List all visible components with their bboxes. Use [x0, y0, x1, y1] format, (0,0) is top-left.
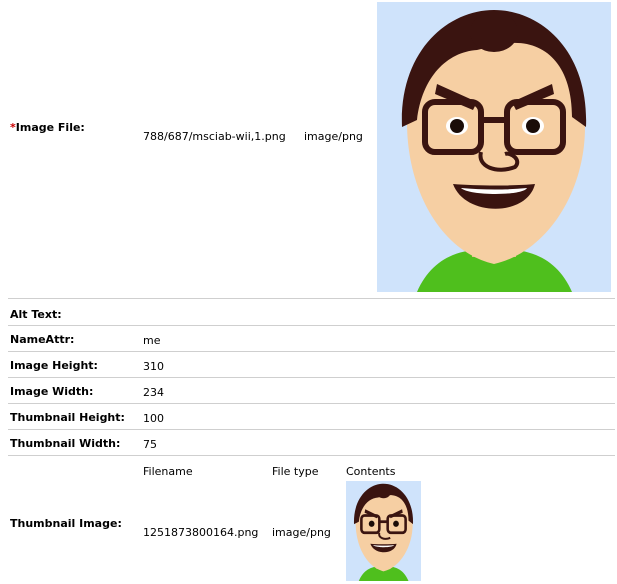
row-divider	[8, 455, 615, 456]
image-width-label: Image Width:	[10, 385, 94, 398]
row-divider	[8, 403, 615, 404]
image-file-path: 788/687/msciab-wii,1.png	[143, 130, 286, 143]
image-file-label: *Image File:	[10, 121, 85, 134]
thumbnail-avatar-image	[346, 481, 421, 581]
thumbnail-width-label: Thumbnail Width:	[10, 437, 121, 450]
nameattr-label: NameAttr:	[10, 333, 75, 346]
row-divider	[8, 377, 615, 378]
thumbnail-width-value: 75	[143, 438, 157, 451]
thumbnail-height-value: 100	[143, 412, 164, 425]
image-file-label-text: Image File:	[15, 121, 85, 134]
thumbnail-image-label: Thumbnail Image:	[10, 517, 122, 530]
image-width-value: 234	[143, 386, 164, 399]
row-divider	[8, 429, 615, 430]
row-divider	[8, 298, 615, 299]
large-avatar-image	[377, 2, 611, 292]
image-height-value: 310	[143, 360, 164, 373]
thumbnail-filetype: image/png	[272, 526, 331, 539]
row-divider	[8, 325, 615, 326]
alt-text-label: Alt Text:	[10, 308, 62, 321]
thumbnail-contents-header: Contents	[346, 465, 396, 478]
thumbnail-filetype-header: File type	[272, 465, 319, 478]
thumbnail-filename-header: Filename	[143, 465, 193, 478]
thumbnail-height-label: Thumbnail Height:	[10, 411, 125, 424]
image-file-type: image/png	[304, 130, 363, 143]
thumbnail-filename: 1251873800164.png	[143, 526, 259, 539]
nameattr-value: me	[143, 334, 161, 347]
image-height-label: Image Height:	[10, 359, 98, 372]
row-divider	[8, 351, 615, 352]
